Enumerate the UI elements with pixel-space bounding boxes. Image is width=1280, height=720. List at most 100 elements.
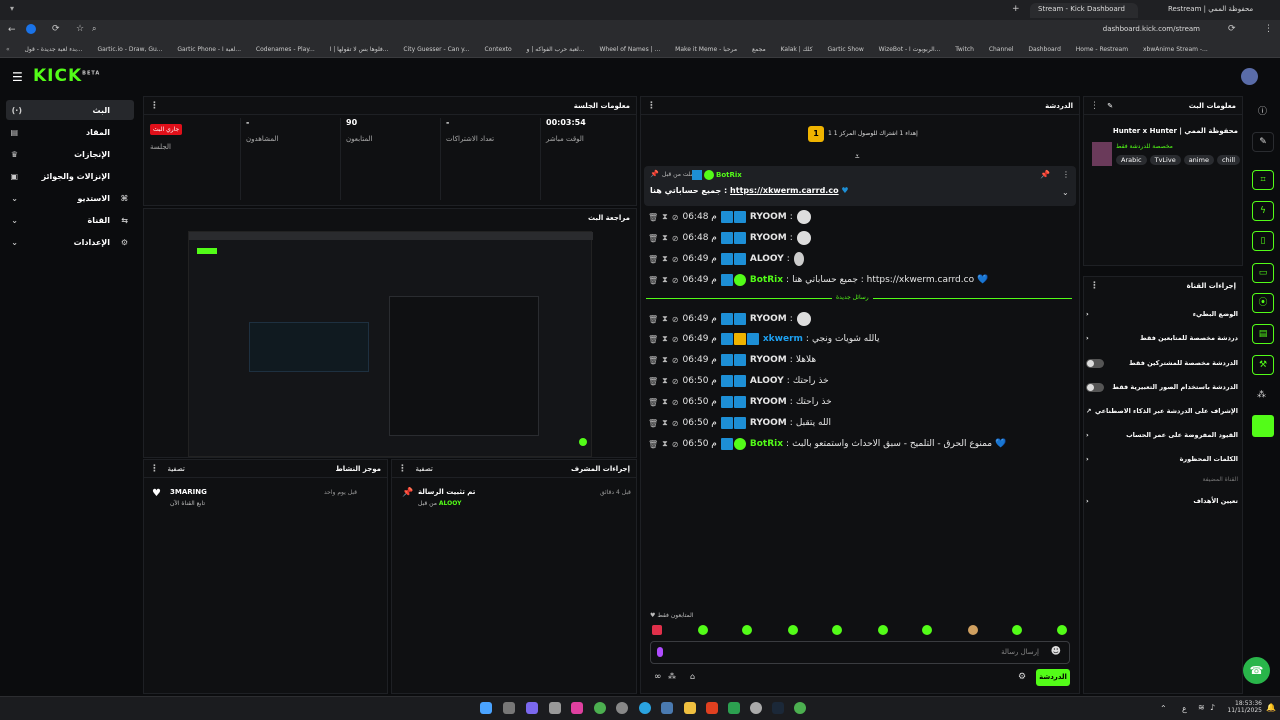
- chevron-down-icon[interactable]: ⌄: [1062, 188, 1069, 197]
- chat-username[interactable]: BotRix: [750, 439, 783, 449]
- delete-icon[interactable]: 🗑: [648, 213, 658, 222]
- mic-icon[interactable]: [657, 647, 663, 657]
- chat-username[interactable]: RYOOM: [750, 355, 787, 365]
- tab-restream[interactable]: Restream | محفوظة الممي: [1160, 3, 1270, 18]
- ban-icon[interactable]: ⊘: [672, 213, 679, 222]
- stream-preview-video[interactable]: [188, 231, 593, 457]
- telegram-icon[interactable]: [639, 702, 651, 714]
- chat-message[interactable]: 🗑 ⧗ ⊘ 06:48 م RYOOM:: [648, 229, 1068, 247]
- users-icon[interactable]: ⁂: [668, 672, 676, 681]
- kebab-icon[interactable]: ⋮: [1090, 281, 1099, 291]
- ban-icon[interactable]: ⊘: [672, 276, 679, 285]
- edit-icon[interactable]: ✎: [1252, 132, 1274, 152]
- app-icon[interactable]: [571, 702, 583, 714]
- timeout-icon[interactable]: ⧗: [662, 314, 668, 324]
- tab-kick-dashboard[interactable]: Stream - Kick Dashboard: [1030, 3, 1138, 18]
- bookmark[interactable]: Twitch: [955, 42, 974, 57]
- delete-icon[interactable]: 🗑: [648, 315, 658, 324]
- timeout-icon[interactable]: ⧗: [662, 439, 668, 449]
- sidebar-item-drops[interactable]: ▣ الإنزالات والجوائز: [6, 166, 134, 186]
- subscribers-only-toggle[interactable]: [1086, 358, 1104, 368]
- lightning-icon[interactable]: ϟ: [1252, 201, 1274, 221]
- emote-icon[interactable]: [878, 625, 888, 635]
- sidebar-item-library[interactable]: ▤ المقاد: [6, 122, 134, 142]
- sidebar-item-channel[interactable]: ⇆ ⌄ القناة: [6, 210, 134, 230]
- collapse-icon[interactable]: ⩡: [855, 152, 860, 162]
- volume-icon[interactable]: ♪: [1210, 703, 1215, 712]
- chat-username[interactable]: RYOOM: [750, 233, 787, 243]
- info-icon[interactable]: ⓘ: [1258, 104, 1267, 117]
- delete-icon[interactable]: 🗑: [648, 398, 658, 407]
- delete-icon[interactable]: 🗑: [648, 335, 658, 344]
- chat-username[interactable]: xkwerm: [763, 334, 803, 344]
- chat-message[interactable]: 🗑 ⧗ ⊘ 06:49 م RYOOM:: [648, 310, 1068, 328]
- folder-icon[interactable]: [684, 702, 696, 714]
- infinity-icon[interactable]: ∞: [654, 672, 662, 682]
- broadcast-icon[interactable]: ⦿: [1252, 293, 1274, 313]
- chat-message[interactable]: 🗑 ⧗ ⊘ 06:48 م RYOOM:: [648, 208, 1068, 226]
- chat-username[interactable]: BotRix: [750, 275, 783, 285]
- timeout-icon[interactable]: ⧗: [662, 233, 668, 243]
- kebab-icon[interactable]: ⋮: [1062, 170, 1070, 179]
- chat-input[interactable]: إرسال رسالة ☻: [650, 641, 1070, 664]
- action-slow-mode[interactable]: › الوضع البطيء: [1086, 305, 1238, 323]
- bookmark[interactable]: مجمع: [752, 42, 766, 57]
- chat-message[interactable]: 🗑 ⧗ ⊘ 06:50 م ALOOY: خذ راحتك: [648, 372, 1068, 390]
- chat-message[interactable]: 🗑 ⧗ ⊘ 06:49 م BotRix: جميع حساباتي هنا : http…: [648, 271, 1068, 289]
- bookmark[interactable]: Kalak | كلك: [781, 42, 813, 57]
- tag[interactable]: anime: [1183, 155, 1214, 165]
- emote-icon[interactable]: [1012, 625, 1022, 635]
- store-icon[interactable]: ⌂: [690, 672, 695, 681]
- app-icon[interactable]: [526, 702, 538, 714]
- tag[interactable]: Arabic: [1116, 155, 1147, 165]
- chat-send-button[interactable]: الدردشة: [1036, 669, 1070, 686]
- emote-icon[interactable]: [922, 625, 932, 635]
- clock[interactable]: 18:53:36 11/11/2025: [1222, 700, 1262, 714]
- delete-icon[interactable]: 🗑: [648, 234, 658, 243]
- tag[interactable]: chill: [1216, 155, 1241, 165]
- app-icon[interactable]: [750, 702, 762, 714]
- emote-icon[interactable]: [788, 625, 798, 635]
- stream-category[interactable]: مخصصة للدردشة فقط: [1116, 143, 1173, 150]
- wrench-icon[interactable]: ⚒: [1252, 355, 1274, 375]
- pinned-user[interactable]: BotRix: [716, 171, 742, 179]
- file-icon[interactable]: ▯: [1252, 231, 1274, 251]
- brave-icon[interactable]: [706, 702, 718, 714]
- app-icon[interactable]: [661, 702, 673, 714]
- bookmark[interactable]: WizeBot - الربوبوت ا...: [879, 42, 941, 57]
- kebab-icon[interactable]: ⋮: [647, 101, 656, 111]
- bookmark[interactable]: Gartic Phone - لعبة ا...: [177, 42, 241, 57]
- action-account-age[interactable]: › القيود المفروضة على عمر الحساب: [1086, 426, 1238, 444]
- language-indicator[interactable]: ع: [1182, 704, 1187, 713]
- ban-icon[interactable]: ⊘: [672, 234, 679, 243]
- chat-username[interactable]: ALOOY: [750, 254, 784, 264]
- new-tab-icon[interactable]: +: [1012, 4, 1020, 14]
- chat-message[interactable]: 🗑 ⧗ ⊘ 06:50 م RYOOM: الله يتقبل: [648, 414, 1068, 432]
- chat-message[interactable]: 🗑 ⧗ ⊘ 06:49 م RYOOM: هلاهلا: [648, 351, 1068, 369]
- chat-username[interactable]: RYOOM: [750, 397, 787, 407]
- timeout-icon[interactable]: ⧗: [662, 397, 668, 407]
- emote-icon[interactable]: [832, 625, 842, 635]
- delete-icon[interactable]: 🗑: [648, 276, 658, 285]
- ban-icon[interactable]: ⊘: [672, 398, 679, 407]
- chat-message[interactable]: 🗑 ⧗ ⊘ 06:49 م ALOOY:: [648, 250, 1068, 268]
- top-gifters-label[interactable]: 1 إهداء 1 اشتراك للوصول المركز 1: [828, 130, 918, 137]
- task-view-icon[interactable]: [503, 702, 515, 714]
- tab-list-icon[interactable]: ▾: [10, 4, 14, 13]
- bookmark[interactable]: xbwAnime Stream -...: [1143, 42, 1208, 57]
- bookmark[interactable]: Codenames - Play...: [256, 42, 315, 57]
- wifi-icon[interactable]: ≋: [1198, 703, 1205, 712]
- edit-icon[interactable]: ✎: [1107, 102, 1113, 110]
- delete-icon[interactable]: 🗑: [648, 419, 658, 428]
- chat-message[interactable]: 🗑 ⧗ ⊘ 06:50 م BotRix: ممنوع الحرق - التلميح -…: [648, 435, 1068, 453]
- star-icon[interactable]: ☆: [76, 24, 84, 34]
- chat-username[interactable]: ALOOY: [750, 376, 784, 386]
- share-icon[interactable]: ⁂: [1257, 390, 1266, 400]
- delete-icon[interactable]: 🗑: [648, 440, 658, 449]
- ban-icon[interactable]: ⊘: [672, 440, 679, 449]
- action-emote-only[interactable]: الدردشة باستخدام الصور التعبيرية فقط: [1086, 378, 1238, 396]
- ban-icon[interactable]: ⊘: [672, 356, 679, 365]
- emote-icon[interactable]: [968, 625, 978, 635]
- activity-username[interactable]: 3MARING: [170, 488, 207, 496]
- emote-icon[interactable]: [698, 625, 708, 635]
